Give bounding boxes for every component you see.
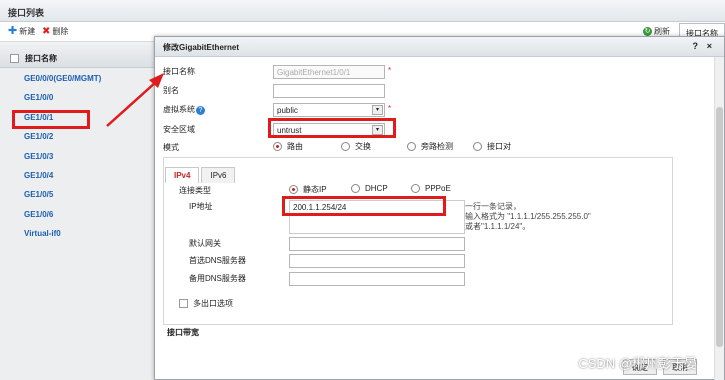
ip-version-tabs: IPv4 IPv6 (165, 167, 237, 183)
radio-icon (351, 184, 360, 193)
interface-list: 接口名称 GE0/0/0(GE0/MGMT) GE1/0/0 GE1/0/1 G… (0, 42, 154, 380)
radio-icon (473, 142, 482, 151)
multi-exit-label: 多出口选项 (193, 299, 233, 308)
hint-line: 或者"1.1.1.1/24"。 (465, 222, 531, 231)
list-item[interactable]: Virtual-if0 (0, 223, 154, 242)
mode-label: 模式 (163, 143, 179, 152)
highlight-box (282, 196, 446, 216)
highlight-box (268, 118, 396, 138)
radio-selected-icon (289, 185, 298, 194)
dns2-label: 备用DNS服务器 (189, 274, 246, 283)
close-icon[interactable]: × (707, 41, 712, 51)
panel-header: 接口列表 (0, 0, 725, 22)
mode-option-label: 旁路检测 (421, 142, 453, 151)
mode-radio-switch[interactable]: 交换 (341, 141, 371, 152)
hint-line: 输入格式为 "1.1.1.1/255.255.255.0" (465, 212, 591, 221)
dialog-scrollbar[interactable] (714, 57, 724, 380)
interface-list-header: 接口名称 (0, 42, 154, 68)
interface-name-label: 接口名称 (163, 67, 195, 76)
mode-option-label: 路由 (287, 142, 303, 151)
new-button-label: 新建 (19, 27, 36, 36)
interface-name-field: GigabitEthernet1/0/1 (273, 65, 385, 79)
help-icon[interactable]: ? (693, 41, 699, 51)
panel-title: 接口列表 (8, 8, 45, 18)
required-mark: * (388, 66, 392, 75)
multi-exit-checkbox[interactable] (179, 299, 188, 308)
list-item[interactable]: GE1/0/0 (0, 87, 154, 106)
new-button[interactable]: ✚ 新建 (8, 26, 35, 37)
dns1-field[interactable] (289, 254, 465, 268)
list-item[interactable]: GE1/0/5 (0, 184, 154, 203)
gateway-label: 默认网关 (189, 239, 221, 248)
dialog-title: 修改GigabitEthernet (163, 43, 240, 52)
radio-selected-icon (273, 142, 282, 151)
mode-radio-route[interactable]: 路由 (273, 141, 303, 152)
conn-radio-pppoe[interactable]: PPPoE (411, 184, 451, 193)
delete-icon: ✖ (42, 26, 51, 37)
conn-radio-static[interactable]: 静态IP (289, 184, 327, 195)
conn-type-option: PPPoE (425, 184, 451, 193)
conn-type-option: 静态IP (303, 185, 327, 194)
highlight-box (12, 110, 90, 129)
mode-option-label: 接口对 (487, 142, 511, 151)
bandwidth-section-title: 接口带宽 (167, 328, 199, 337)
gateway-field[interactable] (289, 237, 465, 251)
plus-icon: ✚ (8, 25, 18, 37)
conn-radio-dhcp[interactable]: DHCP (351, 184, 388, 193)
watermark: CSDN @郴州彭于晏 (578, 356, 697, 371)
vsys-label-text: 虚拟系统 (163, 105, 195, 114)
tab-ipv4[interactable]: IPv4 (165, 167, 200, 183)
radio-icon (407, 142, 416, 151)
alias-label: 别名 (163, 86, 179, 95)
refresh-icon: ↻ (643, 27, 652, 36)
list-item[interactable]: GE1/0/2 (0, 126, 154, 145)
zone-label: 安全区域 (163, 125, 195, 134)
interface-list-header-label: 接口名称 (25, 54, 57, 63)
list-item[interactable]: GE1/0/6 (0, 204, 154, 223)
list-item[interactable]: GE0/0/0(GE0/MGMT) (0, 68, 154, 87)
delete-button[interactable]: ✖ 删除 (42, 26, 68, 37)
list-item[interactable]: GE1/0/4 (0, 165, 154, 184)
chevron-down-icon: ▾ (372, 105, 383, 115)
mode-radio-pair[interactable]: 接口对 (473, 141, 511, 152)
ip-address-label: IP地址 (189, 202, 213, 211)
dns2-field[interactable] (289, 272, 465, 286)
vsys-select-value: public (277, 106, 298, 115)
tab-ipv6[interactable]: IPv6 (201, 167, 236, 183)
conn-type-option: DHCP (365, 184, 388, 193)
conn-type-label: 连接类型 (179, 186, 211, 195)
scrollbar-thumb[interactable] (716, 107, 723, 347)
list-item[interactable]: GE1/0/3 (0, 146, 154, 165)
delete-button-label: 删除 (52, 27, 69, 36)
alias-field[interactable] (273, 84, 385, 98)
mode-radio-bypass[interactable]: 旁路检测 (407, 141, 453, 152)
required-mark: * (388, 104, 392, 113)
radio-icon (411, 184, 420, 193)
dialog-header: 修改GigabitEthernet ? × (155, 37, 724, 57)
ip-address-hint: 一行一条记录， 输入格式为 "1.1.1.1/255.255.255.0" 或者… (465, 202, 591, 232)
vsys-label: 虚拟系统? (163, 104, 205, 115)
help-icon[interactable]: ? (196, 106, 205, 115)
vsys-select[interactable]: public ▾ (273, 103, 385, 117)
hint-line: 一行一条记录， (465, 202, 521, 211)
mode-option-label: 交换 (355, 142, 371, 151)
multi-exit-option[interactable]: 多出口选项 (179, 298, 233, 309)
select-all-checkbox[interactable] (10, 54, 19, 63)
dns1-label: 首选DNS服务器 (189, 256, 246, 265)
radio-icon (341, 142, 350, 151)
